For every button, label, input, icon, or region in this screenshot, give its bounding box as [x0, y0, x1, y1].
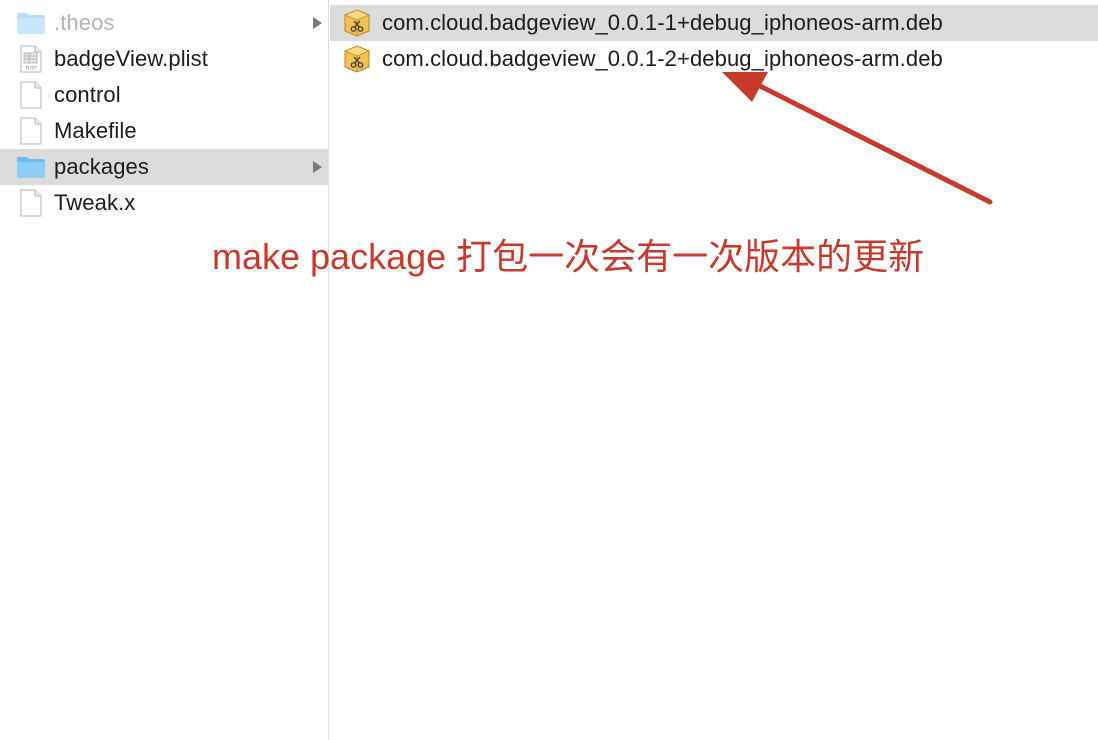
deb-package-icon	[342, 44, 372, 74]
list-item-label: com.cloud.badgeview_0.0.1-1+debug_iphone…	[382, 10, 943, 35]
list-item-label: control	[54, 82, 121, 107]
folder-icon	[16, 152, 46, 182]
list-item-badgeview-plist[interactable]: PLIST badgeView.plist	[0, 41, 328, 77]
disclosure-arrow-icon[interactable]	[313, 17, 322, 29]
list-item-deb-1[interactable]: com.cloud.badgeview_0.0.1-1+debug_iphone…	[330, 5, 1098, 41]
document-icon	[16, 80, 46, 110]
document-icon	[16, 116, 46, 146]
list-item-label: badgeView.plist	[54, 46, 208, 71]
document-icon	[16, 188, 46, 218]
list-item-label: packages	[54, 154, 149, 179]
list-item-label: Tweak.x	[54, 190, 136, 215]
list-item-makefile[interactable]: Makefile	[0, 113, 328, 149]
list-item-tweak-x[interactable]: Tweak.x	[0, 185, 328, 221]
list-item-packages[interactable]: packages	[0, 149, 328, 185]
list-item-label: com.cloud.badgeview_0.0.1-2+debug_iphone…	[382, 46, 943, 71]
svg-text:PLIST: PLIST	[26, 66, 37, 71]
list-item-label: Makefile	[54, 118, 137, 143]
list-item-theos[interactable]: .theos	[0, 5, 328, 41]
finder-column-packages: com.cloud.badgeview_0.0.1-1+debug_iphone…	[330, 0, 1098, 740]
finder-column-project: .theos PLIST badgeView.plist control Mak…	[0, 0, 329, 740]
list-item-deb-2[interactable]: com.cloud.badgeview_0.0.1-2+debug_iphone…	[330, 41, 1098, 77]
list-item-label: .theos	[54, 10, 115, 35]
disclosure-arrow-icon[interactable]	[313, 161, 322, 173]
annotation-text: make package 打包一次会有一次版本的更新	[212, 236, 925, 277]
plist-file-icon: PLIST	[16, 44, 46, 74]
finder-window: .theos PLIST badgeView.plist control Mak…	[0, 0, 1098, 740]
folder-icon	[16, 8, 46, 38]
list-item-control[interactable]: control	[0, 77, 328, 113]
deb-package-icon	[342, 8, 372, 38]
